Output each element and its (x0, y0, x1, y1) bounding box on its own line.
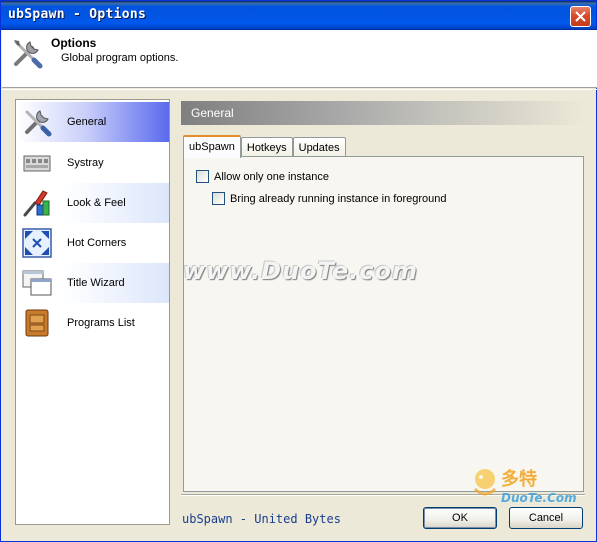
folder-icon (25, 309, 49, 337)
sidebar: General Systray Look & Feel Hot Corners … (15, 99, 170, 525)
header-divider (2, 89, 597, 91)
sidebar-item-title-wizard[interactable]: Title Wizard (18, 263, 169, 303)
watermark: www.DuoTe.com (183, 257, 418, 285)
tab-updates[interactable]: Updates (292, 137, 346, 158)
sidebar-item-label: Systray (67, 157, 104, 169)
header-description: Global program options. (61, 52, 179, 64)
sidebar-item-programs-list[interactable]: Programs List (18, 303, 169, 343)
close-button[interactable] (570, 6, 591, 27)
panel-title: General (181, 101, 585, 125)
allow-one-instance-checkbox[interactable] (196, 170, 209, 183)
bring-to-foreground-label: Bring already running instance in foregr… (230, 192, 447, 205)
systray-icon (23, 155, 51, 172)
logo-text-cn: 多特 (501, 469, 537, 490)
bring-to-foreground-option[interactable]: Bring already running instance in foregr… (212, 192, 446, 205)
tab-ubspawn[interactable]: ubSpawn (183, 135, 241, 158)
allow-one-instance-option[interactable]: Allow only one instance (196, 170, 329, 183)
options-window: ubSpawn - Options Options Global program… (0, 0, 597, 542)
tab-hotkeys[interactable]: Hotkeys (240, 137, 293, 158)
corners-icon (22, 228, 52, 258)
paintbrush-icon (23, 190, 50, 217)
tab-bar: ubSpawn Hotkeys Updates (183, 135, 346, 158)
sidebar-item-systray[interactable]: Systray (18, 143, 169, 183)
sidebar-item-hot-corners[interactable]: Hot Corners (18, 223, 169, 263)
sidebar-item-general[interactable]: General (18, 102, 169, 142)
close-icon (575, 11, 586, 22)
sidebar-item-look-and-feel[interactable]: Look & Feel (18, 183, 169, 223)
tools-icon (25, 110, 52, 137)
brand-label: ubSpawn - United Bytes (182, 512, 341, 526)
sidebar-item-label: Title Wizard (67, 277, 125, 289)
tab-page-ubspawn (183, 156, 584, 492)
sidebar-item-label: Hot Corners (67, 237, 127, 249)
sidebar-item-label: Programs List (67, 317, 135, 329)
header-title: Options (51, 36, 97, 50)
sidebar-item-label: Look & Feel (67, 197, 126, 209)
sidebar-item-label: General (67, 116, 107, 128)
logo-text-en: DuoTe.Com (501, 491, 577, 505)
options-header: Options Global program options. (2, 30, 597, 88)
window-title: ubSpawn - Options (8, 7, 147, 22)
bring-to-foreground-checkbox[interactable] (212, 192, 225, 205)
tools-icon (14, 40, 43, 69)
windows-icon (22, 270, 52, 296)
title-bar[interactable]: ubSpawn - Options (1, 1, 596, 30)
allow-one-instance-label: Allow only one instance (214, 170, 329, 183)
